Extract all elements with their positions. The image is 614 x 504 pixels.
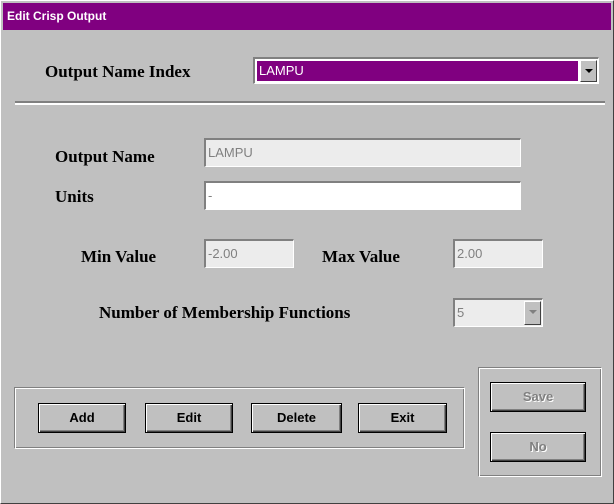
output-name-field[interactable]: LAMPU <box>204 138 521 167</box>
output-name-index-value: LAMPU <box>257 61 578 81</box>
membership-functions-select[interactable]: 5 <box>453 298 543 327</box>
exit-button[interactable]: Exit <box>358 403 447 433</box>
units-field[interactable]: - <box>204 181 521 210</box>
max-value-field[interactable]: 2.00 <box>453 239 543 268</box>
output-name-index-label: Output Name Index <box>45 62 191 81</box>
membership-functions-value: 5 <box>457 305 465 320</box>
membership-functions-label: Number of Membership Functions <box>99 303 351 322</box>
separator <box>15 101 605 105</box>
max-value-label: Max Value <box>322 247 400 266</box>
chevron-down-icon[interactable] <box>524 301 541 325</box>
min-value-field[interactable]: -2.00 <box>204 239 294 268</box>
window-title: Edit Crisp Output <box>3 3 611 30</box>
units-label: Units <box>55 187 94 206</box>
output-name-label: Output Name <box>55 147 155 166</box>
min-value-label: Min Value <box>81 247 157 266</box>
chevron-down-icon[interactable] <box>580 60 597 82</box>
save-button[interactable]: Save <box>490 382 586 412</box>
no-button[interactable]: No <box>490 432 586 462</box>
output-name-index-select[interactable]: LAMPU <box>253 57 599 84</box>
add-button[interactable]: Add <box>38 403 126 433</box>
edit-crisp-output-window: Edit Crisp Output Output Name Index LAMP… <box>0 0 614 504</box>
delete-button[interactable]: Delete <box>251 403 342 433</box>
edit-button[interactable]: Edit <box>145 403 233 433</box>
